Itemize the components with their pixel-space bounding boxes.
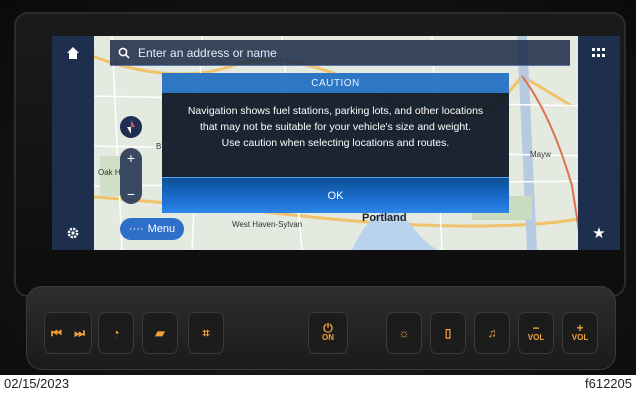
vol-label: VOL bbox=[527, 333, 545, 342]
apps-button[interactable] bbox=[584, 40, 614, 66]
settings-button[interactable] bbox=[58, 220, 88, 246]
favorites-button[interactable]: ★ bbox=[584, 220, 614, 246]
truck-icon: ▰ bbox=[155, 326, 165, 340]
compass-icon bbox=[127, 120, 135, 134]
volume-up-button[interactable]: + VOL bbox=[562, 312, 598, 354]
next-track-icon: ⏭ bbox=[74, 325, 85, 340]
map-label-oak-hills: Oak H bbox=[98, 168, 121, 177]
figure: Portland West Haven-Sylvan Oak H Mayw B … bbox=[0, 0, 636, 406]
ok-button[interactable]: OK bbox=[162, 177, 509, 213]
light-icon: ☼ bbox=[398, 326, 410, 340]
settings-icon bbox=[67, 227, 79, 239]
gauge-icon: ◔ bbox=[112, 326, 120, 340]
vol-label: VOL bbox=[571, 333, 589, 342]
prev-track-icon: ⏮ bbox=[51, 325, 62, 340]
compass-button[interactable] bbox=[120, 116, 142, 138]
caption-date: 02/15/2023 bbox=[4, 376, 70, 391]
caution-dialog: CAUTION Navigation shows fuel stations, … bbox=[162, 73, 509, 213]
dialog-message-line: that may not be suitable for your vehicl… bbox=[199, 121, 472, 133]
volume-down-button[interactable]: − VOL bbox=[518, 312, 554, 354]
gauge-button[interactable]: ◔ bbox=[98, 312, 134, 354]
map-label-portland: Portland bbox=[362, 212, 407, 224]
right-rail: ★ bbox=[578, 36, 620, 250]
dialog-title: CAUTION bbox=[162, 73, 509, 93]
home-button[interactable] bbox=[58, 40, 88, 66]
transmission-button[interactable]: ⌗ bbox=[188, 312, 224, 354]
star-icon: ★ bbox=[592, 225, 606, 242]
phone-icon: ▯ bbox=[444, 326, 452, 340]
truck-button[interactable]: ▰ bbox=[142, 312, 178, 354]
power-button[interactable]: ⏻ ON bbox=[308, 312, 348, 354]
light-button[interactable]: ☼ bbox=[386, 312, 422, 354]
music-button[interactable]: ♫ bbox=[474, 312, 510, 354]
dialog-message: Navigation shows fuel stations, parking … bbox=[162, 93, 509, 151]
phone-button[interactable]: ▯ bbox=[430, 312, 466, 354]
next-track-button[interactable]: ⏭ bbox=[74, 326, 85, 341]
map-label-west-haven: West Haven-Sylvan bbox=[232, 220, 303, 229]
prev-track-button[interactable]: ⏮ bbox=[51, 326, 62, 341]
map-label-mayw: Mayw bbox=[530, 150, 551, 159]
zoom-out-button[interactable]: − bbox=[127, 186, 135, 202]
search-bar[interactable] bbox=[110, 40, 570, 66]
search-input[interactable] bbox=[138, 45, 538, 60]
menu-label: Menu bbox=[147, 223, 176, 235]
menu-button[interactable]: ···· Menu bbox=[120, 218, 184, 240]
left-rail bbox=[52, 36, 94, 250]
caption-figure-id: f612205 bbox=[585, 376, 632, 391]
apps-grid-icon bbox=[592, 48, 605, 57]
map-label-b: B bbox=[156, 142, 162, 151]
device-photo: Portland West Haven-Sylvan Oak H Mayw B … bbox=[0, 0, 636, 375]
transmission-icon: ⌗ bbox=[202, 325, 210, 340]
track-buttons: ⏮ ⏭ bbox=[44, 312, 92, 354]
zoom-in-button[interactable]: + bbox=[127, 150, 135, 166]
search-icon bbox=[118, 47, 130, 59]
power-label: ON bbox=[322, 333, 334, 342]
nav-screen: Portland West Haven-Sylvan Oak H Mayw B … bbox=[52, 36, 620, 250]
more-dots-icon: ···· bbox=[128, 223, 144, 235]
dialog-message-line: Navigation shows fuel stations, parking … bbox=[187, 105, 484, 117]
home-icon bbox=[67, 47, 79, 59]
music-icon: ♫ bbox=[487, 326, 497, 340]
dialog-message-line: Use caution when selecting locations and… bbox=[221, 137, 450, 149]
zoom-control: + − bbox=[120, 148, 142, 204]
